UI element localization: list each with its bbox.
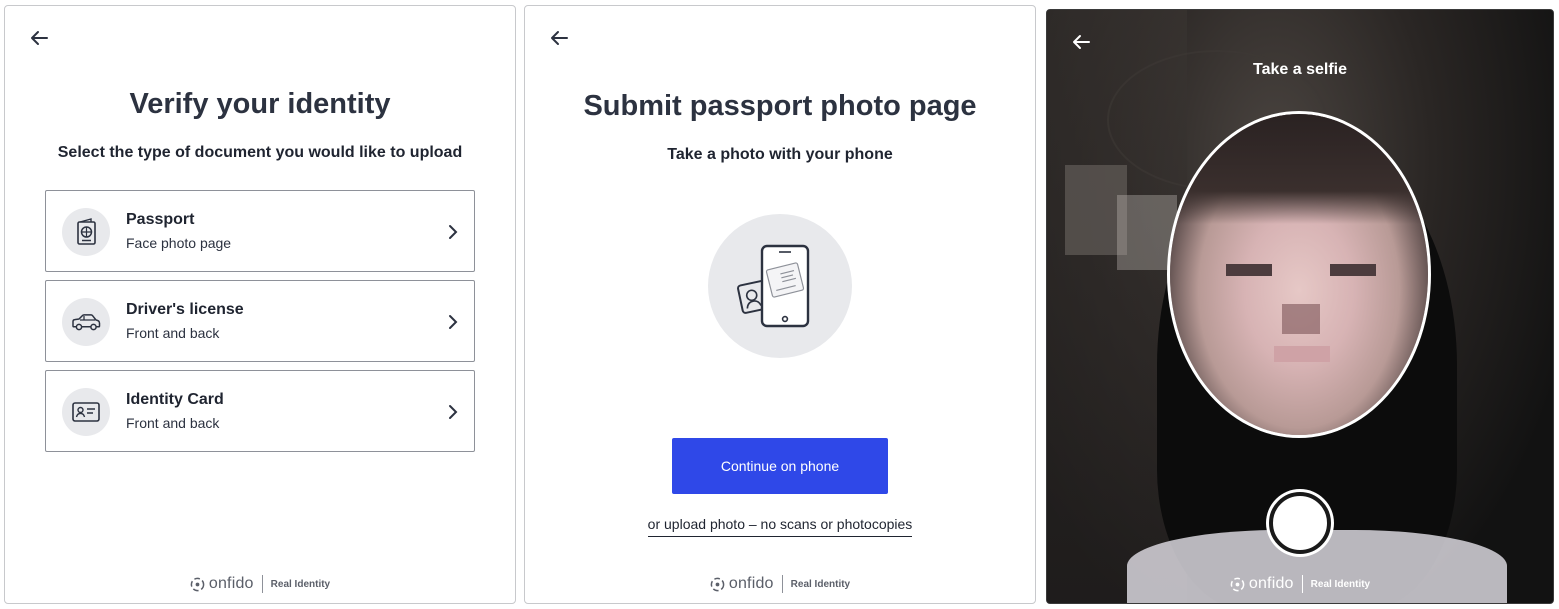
chevron-right-icon	[449, 315, 458, 329]
option-label: Passport	[126, 211, 195, 228]
back-arrow-icon[interactable]	[1069, 32, 1093, 52]
option-label: Identity Card	[126, 391, 224, 408]
onfido-footer: onfido Real Identity	[525, 575, 1035, 593]
onfido-mark-icon	[710, 577, 725, 591]
brand-tagline: Real Identity	[270, 578, 331, 590]
page-title: Submit passport photo page	[583, 90, 977, 122]
document-select-panel: Verify your identity Select the type of …	[4, 5, 516, 604]
id-card-icon	[62, 388, 110, 436]
continue-on-phone-button[interactable]: Continue on phone	[672, 438, 888, 494]
upload-photo-link-text[interactable]: or upload photo – no scans or photocopie…	[647, 516, 913, 537]
page-title: Verify your identity	[129, 88, 391, 120]
phone-capture-illustration	[708, 214, 852, 358]
passport-submit-panel: Submit passport photo page Take a photo …	[524, 5, 1036, 604]
onfido-footer: onfido Real Identity	[1047, 575, 1553, 593]
footer-divider	[261, 575, 263, 593]
onfido-footer: onfido Real Identity	[5, 575, 515, 593]
passport-option[interactable]: Passport Face photo page	[45, 190, 475, 272]
brand-name: onfido	[1248, 575, 1294, 592]
face-mouth	[1274, 346, 1330, 362]
footer-divider	[781, 575, 783, 593]
face-eye	[1226, 264, 1272, 276]
passport-icon	[62, 208, 110, 256]
identity-card-option[interactable]: Identity Card Front and back	[45, 370, 475, 452]
capture-shutter-button[interactable]	[1269, 492, 1331, 554]
face-guide-oval	[1167, 111, 1431, 438]
back-arrow-icon[interactable]	[547, 28, 571, 48]
drivers-license-option[interactable]: Driver's license Front and back	[45, 280, 475, 362]
page-subtitle: Take a photo with your phone	[667, 146, 893, 163]
option-description: Front and back	[126, 415, 220, 431]
chevron-right-icon	[449, 405, 458, 419]
phone-with-document-icon	[737, 244, 810, 328]
face-nose	[1282, 304, 1320, 334]
selfie-capture-panel: Take a selfie onfido Real Identity	[1046, 9, 1554, 604]
onfido-logo: onfido	[190, 575, 254, 593]
page-title: Take a selfie	[1253, 61, 1347, 78]
chevron-right-icon	[449, 225, 458, 239]
brand-name: onfido	[728, 575, 774, 592]
brand-tagline: Real Identity	[790, 578, 851, 590]
option-description: Front and back	[126, 325, 220, 341]
brand-tagline: Real Identity	[1310, 578, 1371, 590]
option-description: Face photo page	[126, 235, 232, 251]
onfido-mark-icon	[190, 577, 205, 591]
car-icon	[62, 298, 110, 346]
onfido-mark-icon	[1230, 577, 1245, 591]
upload-photo-link[interactable]: or upload photo – no scans or photocopie…	[525, 516, 1035, 537]
footer-divider	[1301, 575, 1303, 593]
brand-name: onfido	[208, 575, 254, 592]
page-subtitle: Select the type of document you would li…	[57, 144, 463, 161]
face-hair	[1170, 114, 1428, 224]
back-arrow-icon[interactable]	[27, 28, 51, 48]
option-label: Driver's license	[126, 301, 244, 318]
onfido-logo: onfido	[710, 575, 774, 593]
face-eye	[1330, 264, 1376, 276]
onfido-logo: onfido	[1230, 575, 1294, 593]
